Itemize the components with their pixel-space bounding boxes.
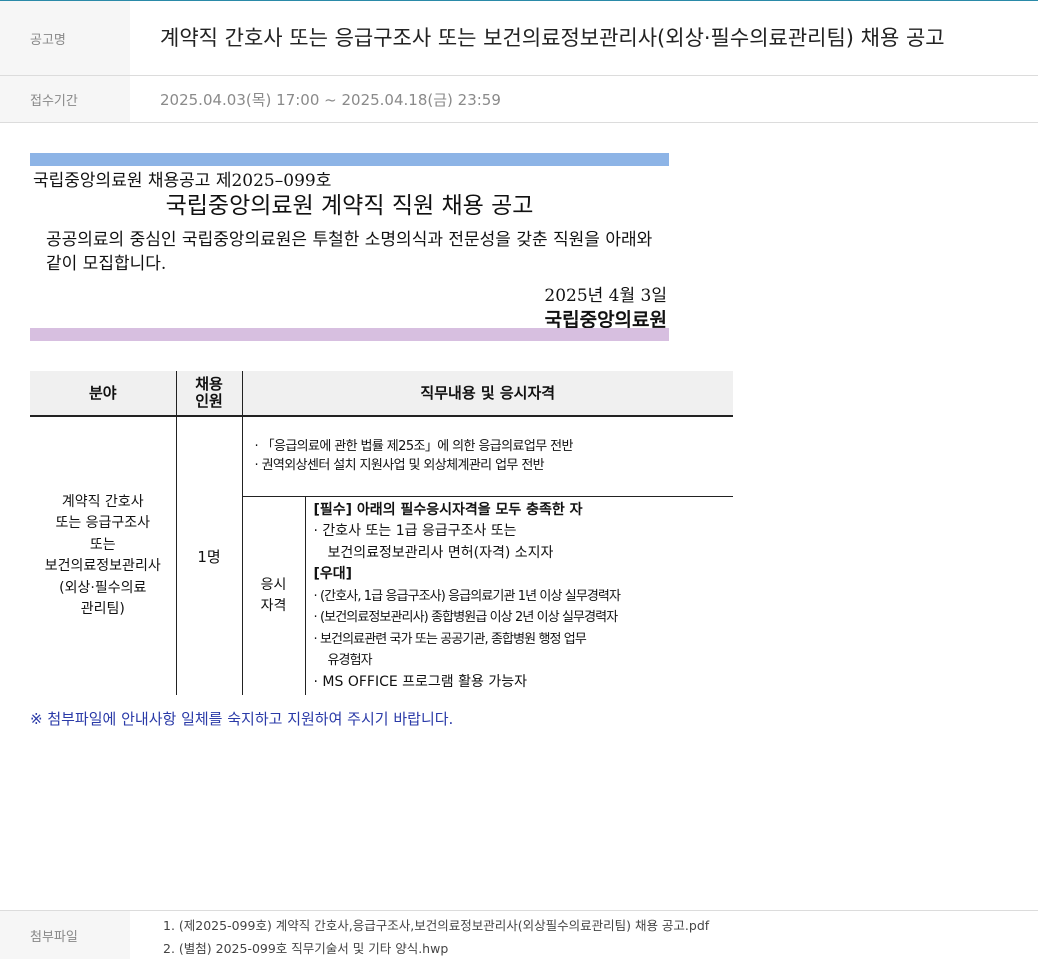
header-count: 채용 인원: [175, 371, 242, 417]
count-cell: 1명: [175, 416, 242, 695]
attachment-link-hwp[interactable]: 2. (별첨) 2025-099호 직무기술서 및 기타 양식.hwp: [163, 937, 1038, 959]
field-line: (외상·필수의료: [59, 579, 147, 596]
duty-item: · 「응급의료에 관한 법률 제25조」에 의한 응급의료업무 전반: [254, 439, 574, 455]
preferred-item: 유경험자: [327, 653, 373, 668]
preferred-item: · MS OFFICE 프로그램 활용 가능자: [313, 673, 527, 690]
attachment-row: 첨부파일 1. (제2025-099호) 계약직 간호사,응급구조사,보건의료정…: [0, 910, 1038, 959]
title-row: 공고명 계약직 간호사 또는 응급구조사 또는 보건의료정보관리사(외상·필수의…: [0, 1, 1038, 76]
attachment-list: 1. (제2025-099호) 계약직 간호사,응급구조사,보건의료정보관리사(…: [130, 911, 1038, 959]
header-field: 분야: [30, 371, 176, 417]
period-label: 접수기간: [0, 76, 130, 122]
attachment-label: 첨부파일: [0, 911, 130, 959]
field-line: 또는 응급구조사: [55, 515, 151, 531]
field-line: 계약직 간호사: [61, 493, 144, 510]
required-item: · 간호사 또는 1급 응급구조사 또는: [313, 523, 517, 539]
header-count-line1: 채용: [195, 375, 223, 393]
notice-heading: 국립중앙의료원 계약직 직원 채용 공고: [165, 193, 534, 219]
duty-item: · 권역외상센터 설치 지원사업 및 외상체계관리 업무 전반: [254, 458, 545, 474]
header-duty: 직무내용 및 응시자격: [241, 371, 733, 417]
duty-cell: · 「응급의료에 관한 법률 제25조」에 의한 응급의료업무 전반 · 권역외…: [241, 416, 733, 497]
qualification-label-line1: 응시: [260, 576, 287, 593]
field-line: 또는: [89, 536, 116, 553]
qualification-label-line2: 자격: [260, 597, 287, 614]
attachment-link-pdf[interactable]: 1. (제2025-099호) 계약직 간호사,응급구조사,보건의료정보관리사(…: [163, 914, 1038, 937]
notice-top-bar: [30, 153, 669, 166]
field-line: 관리팀): [80, 601, 125, 617]
required-item: 보건의료정보관리사 면허(자격) 소지자: [327, 544, 554, 561]
preferred-item: · 보건의료관련 국가 또는 공공기관, 종합병원 행정 업무: [313, 631, 587, 647]
field-cell: 계약직 간호사 또는 응급구조사 또는 보건의료정보관리사 (외상·필수의료 관…: [30, 416, 176, 695]
required-title: [필수] 아래의 필수응시자격을 모두 충족한 자: [313, 501, 583, 518]
application-period: 2025.04.03(목) 17:00 ~ 2025.04.18(금) 23:5…: [160, 90, 501, 109]
preferred-title: [우대]: [313, 566, 353, 582]
notice-date: 2025년 4월 3일: [544, 286, 667, 306]
notice-instruction: ※ 첨부파일에 안내사항 일체를 숙지하고 지원하여 주시기 바랍니다.: [30, 710, 454, 728]
notice-image: 국립중앙의료원 채용공고 제2025–099호 국립중앙의료원 계약직 직원 채…: [30, 153, 669, 341]
posting-title: 계약직 간호사 또는 응급구조사 또는 보건의료정보관리사(외상·필수의료관리팀…: [160, 26, 945, 50]
header-count-line2: 인원: [195, 392, 223, 410]
qualification-label: 응시 자격: [241, 496, 305, 695]
table-row: 계약직 간호사 또는 응급구조사 또는 보건의료정보관리사 (외상·필수의료 관…: [30, 416, 733, 695]
job-table: 분야 채용 인원 직무내용 및 응시자격 계약직 간호사 또는 응급구조사 또는…: [30, 371, 733, 695]
title-label: 공고명: [0, 1, 130, 75]
preferred-item: · (간호사, 1급 응급구조사) 응급의료기관 1년 이상 실무경력자: [313, 588, 621, 604]
field-line: 보건의료정보관리사: [44, 558, 161, 574]
period-row: 접수기간 2025.04.03(목) 17:00 ~ 2025.04.18(금)…: [0, 76, 1038, 123]
preferred-item: · (보건의료정보관리사) 종합병원급 이상 2년 이상 실무경력자: [313, 610, 619, 625]
notice-body: 공공의료의 중심인 국립중앙의료원은 투철한 소명의식과 전문성을 갖춘 직원을…: [46, 230, 653, 274]
qualification-cell: [필수] 아래의 필수응시자격을 모두 충족한 자 · 간호사 또는 1급 응급…: [304, 496, 733, 695]
notice-bottom-bar: [30, 328, 669, 341]
table-header-row: 분야 채용 인원 직무내용 및 응시자격: [30, 371, 733, 417]
